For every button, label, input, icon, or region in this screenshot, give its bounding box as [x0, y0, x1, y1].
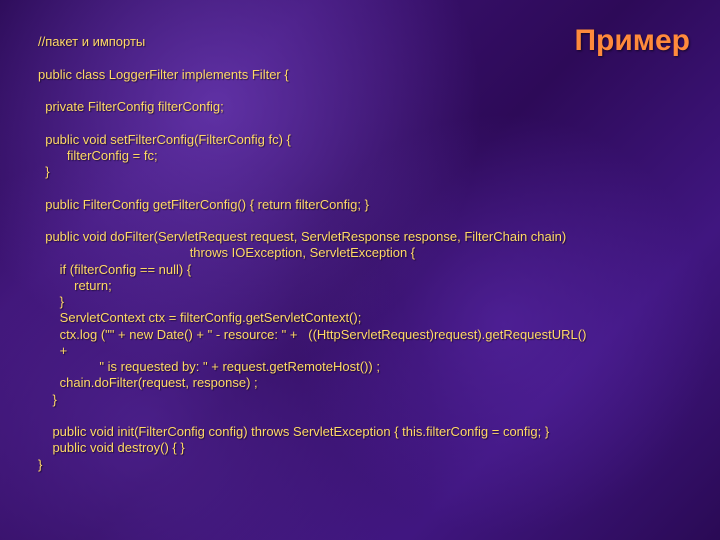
code-line: } — [38, 392, 57, 407]
code-line: if (filterConfig == null) { — [38, 262, 191, 277]
code-line: filterConfig = fc; — [38, 148, 158, 163]
code-line: public FilterConfig getFilterConfig() { … — [38, 197, 369, 212]
code-line: return; — [38, 278, 112, 293]
code-line: } — [38, 164, 50, 179]
slide: Пример //пакет и импорты public class Lo… — [0, 0, 720, 540]
code-line: } — [38, 294, 64, 309]
code-line: private FilterConfig filterConfig; — [38, 99, 224, 114]
code-line: public void doFilter(ServletRequest requ… — [38, 229, 566, 244]
code-line: ServletContext ctx = filterConfig.getSer… — [38, 310, 361, 325]
code-line: throws IOException, ServletException { — [38, 245, 415, 260]
code-line: chain.doFilter(request, response) ; — [38, 375, 258, 390]
code-line: + — [38, 343, 67, 358]
code-block: //пакет и импорты public class LoggerFil… — [38, 34, 690, 473]
code-line: ctx.log ("" + new Date() + " - resource:… — [38, 327, 586, 342]
code-line: //пакет и импорты — [38, 34, 145, 49]
code-line: } — [38, 457, 42, 472]
code-line: public void setFilterConfig(FilterConfig… — [38, 132, 291, 147]
code-line: " is requested by: " + request.getRemote… — [38, 359, 380, 374]
code-line: public void init(FilterConfig config) th… — [38, 424, 549, 439]
code-line: public void destroy() { } — [38, 440, 185, 455]
code-line: public class LoggerFilter implements Fil… — [38, 67, 289, 82]
